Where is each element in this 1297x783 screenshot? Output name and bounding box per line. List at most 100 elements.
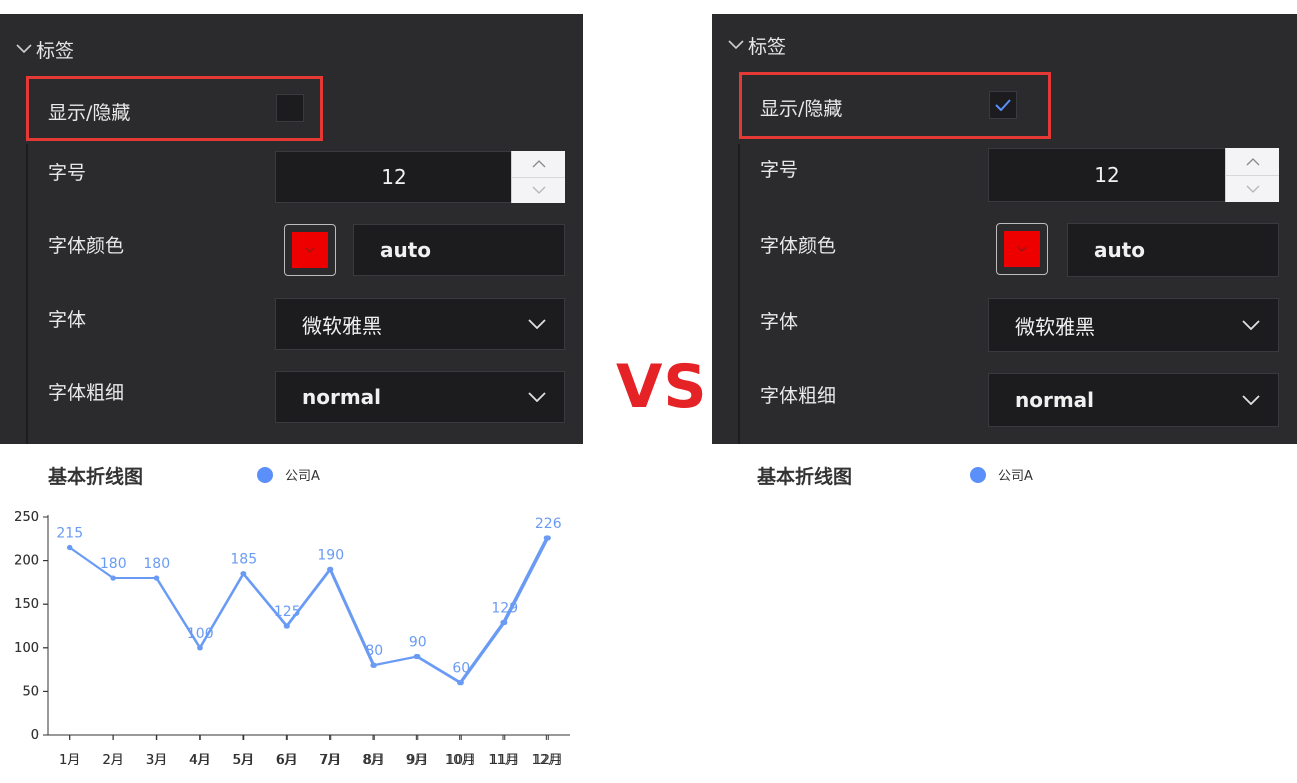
comparison-label: VS: [616, 352, 708, 422]
legend-label: 公司A: [285, 469, 320, 484]
chevron-down-icon: [1242, 320, 1260, 330]
show-hide-label: 显示/隐藏: [48, 102, 131, 124]
chevron-down-icon: [528, 319, 546, 329]
y-tick-label: 200: [14, 554, 39, 569]
data-point: [197, 645, 203, 651]
settings-panel-right: 标签 显示/隐藏 字号 12 字体颜色 auto 字体 微软雅黑 字体粗细 no…: [712, 14, 1297, 444]
x-tick-label: 11月: [490, 753, 520, 768]
chevron-up-icon: [1246, 157, 1259, 165]
x-tick-label: 2月: [103, 753, 124, 768]
font-weight-value: normal: [302, 385, 382, 409]
font-color-value: auto: [380, 238, 432, 262]
font-family-select[interactable]: 微软雅黑: [275, 298, 565, 350]
font-family-label: 字体: [760, 311, 799, 333]
data-label: 180: [100, 556, 127, 572]
increment-button[interactable]: [1226, 148, 1279, 176]
font-family-select[interactable]: 微软雅黑: [988, 298, 1279, 352]
font-weight-select[interactable]: normal: [275, 371, 565, 423]
line-chart-right: 0 50 100 150 200 250 1月 2月 3月 4月 5月 6月 7月 8月 9月 10月 11月 1…: [14, 510, 570, 768]
x-tick-label: 5月: [233, 753, 254, 768]
chart-legend[interactable]: 公司A: [257, 465, 320, 484]
font-weight-select[interactable]: normal: [988, 373, 1279, 427]
font-color-input[interactable]: auto: [353, 224, 565, 276]
data-point: [110, 575, 116, 581]
legend-marker: [970, 466, 986, 483]
x-tick-label: 8月: [364, 753, 385, 768]
font-family-value: 微软雅黑: [302, 313, 382, 338]
x-tick-label: 3月: [146, 753, 167, 768]
decrement-button[interactable]: [1226, 175, 1279, 202]
chevron-down-icon: [528, 392, 546, 402]
color-picker-button[interactable]: [996, 223, 1048, 275]
decrement-button[interactable]: [512, 177, 565, 203]
color-swatch: [292, 232, 328, 268]
data-point: [371, 662, 377, 668]
show-hide-checkbox[interactable]: [276, 94, 304, 122]
legend-label: 公司A: [998, 469, 1033, 484]
y-tick-label: 250: [14, 510, 39, 525]
font-family-value: 微软雅黑: [1015, 314, 1095, 339]
data-point: [415, 653, 421, 660]
chart-title: 基本折线图: [757, 466, 853, 488]
data-label: 90: [409, 635, 427, 651]
data-point: [67, 544, 73, 551]
chevron-down-icon: [16, 42, 32, 58]
data-label: 190: [317, 547, 344, 563]
legend-marker: [257, 466, 273, 483]
font-size-value: 12: [381, 165, 407, 189]
increment-button[interactable]: [512, 151, 565, 178]
font-weight-value: normal: [1015, 388, 1095, 412]
font-color-label: 字体颜色: [760, 235, 837, 257]
font-size-stepper[interactable]: [1225, 148, 1279, 202]
line-chart-left: 0 50 100 150 200 250 1月 2月 3月 4月 5月 6月 7月 8月 9月 10月 11月 1…: [14, 510, 568, 768]
data-label: 180: [143, 556, 170, 572]
x-tick-label: 1月: [59, 753, 80, 768]
data-label: 125: [274, 604, 301, 620]
settings-panel-left: 标签 显示/隐藏 字号 12 字体颜色 auto 字体 微软雅黑 字体粗细 no…: [0, 14, 583, 444]
y-tick-label: 100: [14, 641, 39, 656]
y-tick-label: 50: [22, 684, 39, 699]
data-label: 185: [230, 552, 257, 568]
font-size-label: 字号: [48, 162, 87, 184]
chevron-up-icon: [532, 160, 545, 168]
font-color-input[interactable]: auto: [1067, 223, 1279, 277]
x-tick-label: 9月: [407, 753, 428, 768]
x-tick-label: 12月: [533, 753, 563, 768]
font-color-label: 字体颜色: [48, 235, 125, 257]
chevron-down-icon: [1246, 185, 1259, 193]
section-title: 标签: [748, 36, 787, 58]
chevron-down-icon: [305, 247, 315, 253]
font-weight-label: 字体粗细: [760, 385, 837, 407]
data-point: [241, 571, 247, 577]
data-label: 80: [365, 643, 383, 659]
font-size-label: 字号: [760, 159, 799, 181]
font-size-value: 12: [1094, 163, 1120, 187]
label-section-header[interactable]: 标签: [16, 36, 74, 63]
chevron-down-icon: [1242, 395, 1260, 405]
series-line: [69, 537, 548, 685]
chevron-down-icon: [532, 186, 545, 194]
chevron-down-icon: [728, 38, 744, 54]
font-size-stepper[interactable]: [511, 151, 565, 203]
data-point: [458, 680, 464, 686]
y-tick-label: 0: [31, 728, 39, 743]
chevron-down-icon: [1017, 246, 1027, 252]
section-title: 标签: [36, 40, 75, 62]
data-label: 100: [187, 626, 214, 642]
data-point: [328, 566, 334, 572]
data-label: 60: [452, 661, 470, 677]
label-section-header[interactable]: 标签: [728, 32, 786, 59]
x-tick-label: 6月: [277, 753, 298, 768]
chart-title: 基本折线图: [48, 466, 144, 488]
x-tick-label: 4月: [190, 753, 211, 768]
chart-legend[interactable]: 公司A: [970, 465, 1033, 484]
section-guide-line: [26, 144, 28, 444]
data-point: [154, 575, 160, 581]
show-hide-checkbox[interactable]: [989, 91, 1017, 119]
color-picker-button[interactable]: [284, 224, 336, 276]
y-tick-label: 150: [14, 597, 39, 612]
data-label: 129: [491, 601, 518, 617]
check-icon: [995, 99, 1011, 111]
x-tick-label: 10月: [446, 753, 476, 768]
data-point: [545, 535, 551, 541]
